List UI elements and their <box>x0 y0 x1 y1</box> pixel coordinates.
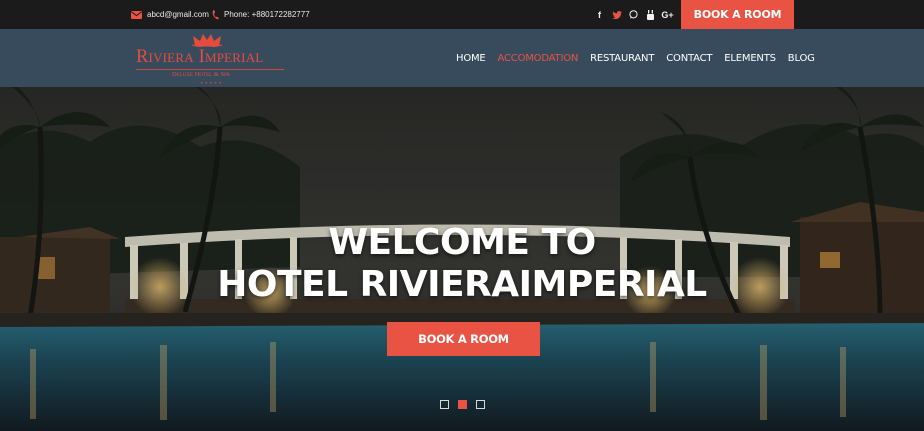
phone-contact[interactable]: Phone: +880172282777 <box>212 0 310 29</box>
nav-blog[interactable]: BLOG <box>788 53 815 64</box>
email-text: abcd@gmail.com <box>147 10 209 19</box>
twitter-icon[interactable] <box>611 9 622 21</box>
nav-elements[interactable]: ELEMENTS <box>724 53 776 64</box>
main-menu: HOME ACCOMODATION RESTAURANT CONTACT ELE… <box>456 29 815 87</box>
slider-pagination <box>440 400 485 409</box>
book-a-room-top-button[interactable]: BOOK A ROOM <box>681 0 794 29</box>
youtube-icon[interactable] <box>645 9 656 21</box>
phone-text: Phone: +880172282777 <box>224 10 310 19</box>
crown-icon <box>192 34 222 47</box>
hotel-logo[interactable]: Riviera Imperial Deluxe Hotel & Spa ★★★★… <box>134 33 286 85</box>
email-contact[interactable]: abcd@gmail.com <box>131 0 209 29</box>
nav-contact[interactable]: CONTACT <box>666 53 712 64</box>
social-links: f G+ <box>594 0 674 29</box>
slide-dot-1[interactable] <box>440 400 449 409</box>
slide-dot-3[interactable] <box>476 400 485 409</box>
nav-accomodation[interactable]: ACCOMODATION <box>498 53 579 64</box>
hero-title-line-1: WELCOME TO <box>328 222 596 263</box>
envelope-icon <box>131 10 142 19</box>
whatsapp-icon[interactable] <box>628 9 639 21</box>
nav-restaurant[interactable]: RESTAURANT <box>590 53 654 64</box>
top-bar: abcd@gmail.com Phone: +880172282777 f G+… <box>0 0 924 29</box>
main-navbar: Riviera Imperial Deluxe Hotel & Spa ★★★★… <box>0 29 924 87</box>
logo-name: Riviera Imperial <box>136 47 264 67</box>
slide-dot-2[interactable] <box>458 400 467 409</box>
hero-title-line-2: HOTEL RIVIERAIMPERIAL <box>217 264 707 305</box>
phone-icon <box>212 9 219 19</box>
google-plus-icon[interactable]: G+ <box>661 9 673 21</box>
logo-tagline: Deluxe Hotel & Spa <box>172 71 231 78</box>
hero-slider: WELCOME TO HOTEL RIVIERAIMPERIAL BOOK A … <box>0 87 924 431</box>
book-a-room-hero-button[interactable]: BOOK A ROOM <box>387 322 540 356</box>
facebook-icon[interactable]: f <box>594 9 605 21</box>
nav-home[interactable]: HOME <box>456 53 486 64</box>
logo-divider <box>136 69 284 70</box>
logo-stars: ★★★★★ <box>200 80 223 85</box>
